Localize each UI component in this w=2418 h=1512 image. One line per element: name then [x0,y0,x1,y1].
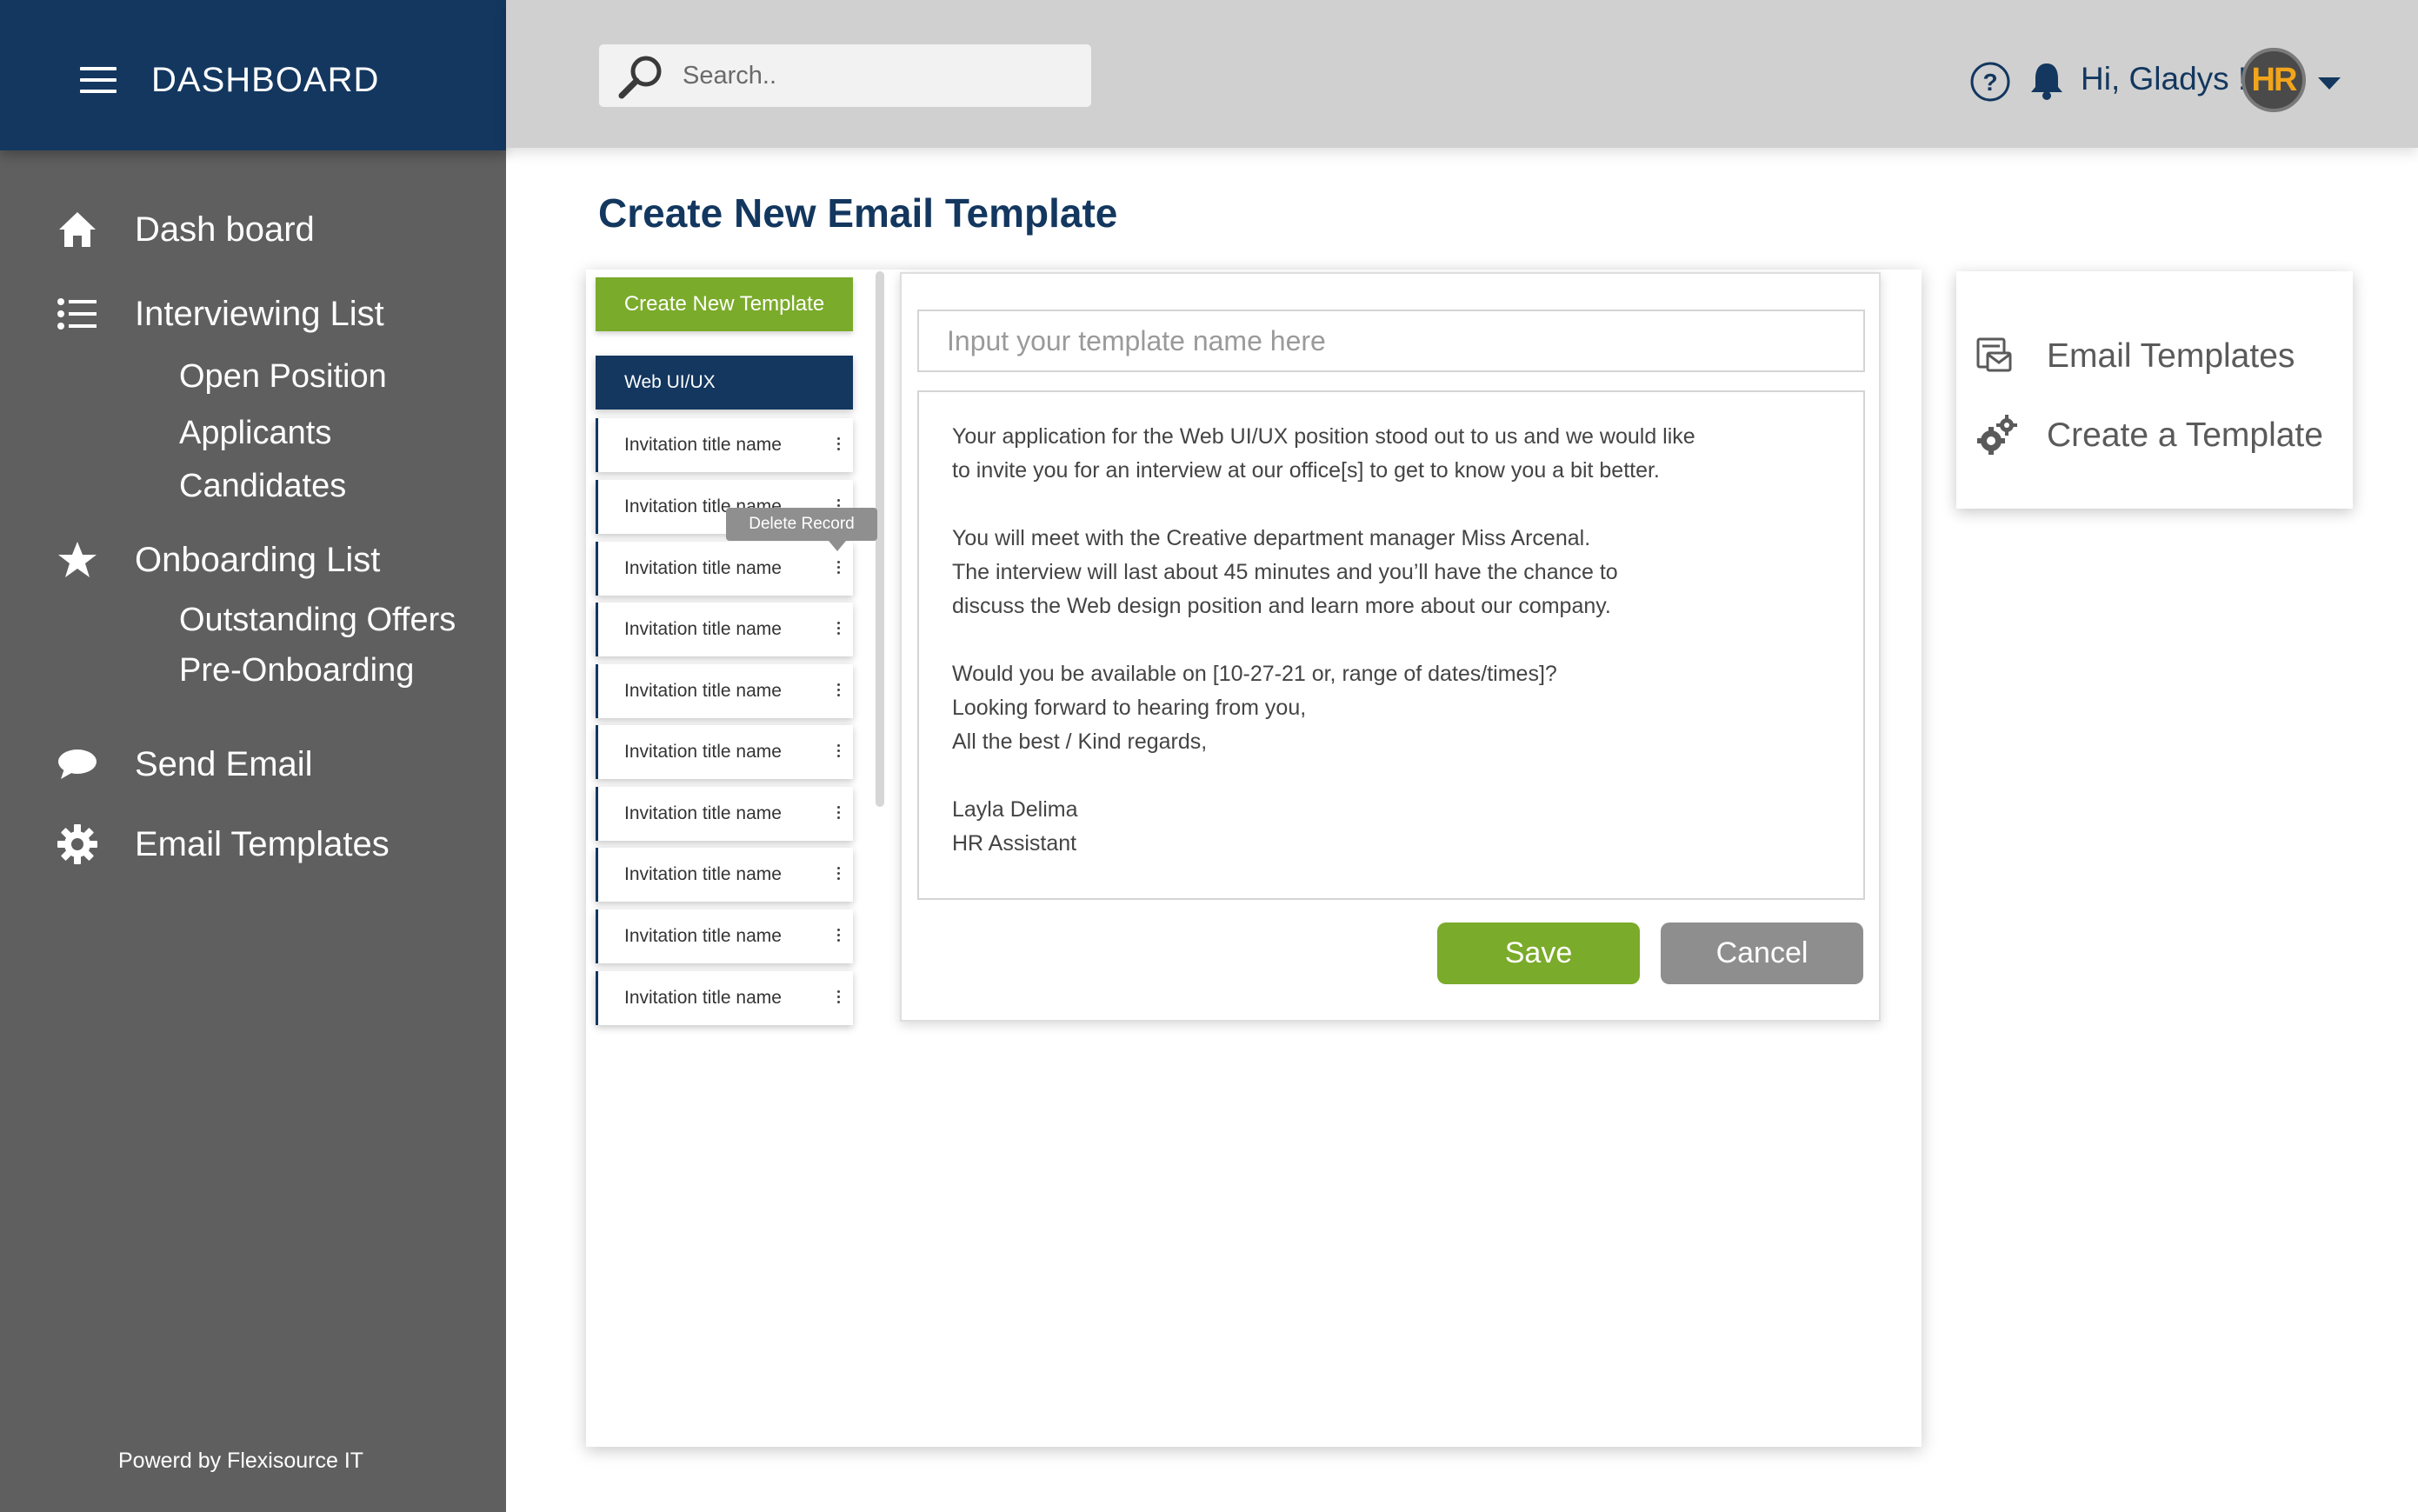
sidebar-title: DASHBOARD [151,61,380,99]
sidebar-item-label: Send Email [135,745,313,783]
hamburger-menu-icon[interactable] [80,67,117,93]
template-body-text[interactable]: Your application for the Web UI/UX posit… [952,420,1839,861]
more-options-icon[interactable] [836,681,841,702]
body-line: Your application for the Web UI/UX posit… [952,424,1695,449]
template-item[interactable]: Invitation title name [596,664,853,718]
search-input[interactable] [683,58,1065,93]
create-new-template-button[interactable]: Create New Template [596,277,853,331]
template-item-label: Invitation title name [624,681,782,701]
template-item-label: Invitation title name [624,435,782,455]
svg-text:?: ? [1982,69,1997,96]
body-line [952,488,1839,522]
template-item-label: Invitation title name [624,988,782,1008]
body-line: discuss the Web design position and lear… [952,594,1611,618]
template-item[interactable]: Invitation title name [596,787,853,841]
template-item-label: Web UI/UX [624,372,716,392]
sidebar-item-interviewing-list[interactable]: Interviewing List [56,290,384,338]
more-options-icon[interactable] [836,926,841,947]
search-box[interactable] [599,44,1091,107]
page-title: Create New Email Template [598,190,1118,236]
body-line: HR Assistant [952,831,1077,856]
chevron-down-icon[interactable] [2317,76,2341,96]
template-name-input[interactable] [917,310,1865,372]
right-quick-panel [1956,271,2353,509]
gears-icon [1975,415,2017,456]
body-line: Looking forward to hearing from you, [952,696,1307,720]
user-greeting: Hi, Gladys ! [2081,61,2248,97]
template-item-label: Invitation title name [624,864,782,884]
sidebar-subitem-open-position[interactable]: Open Position [179,355,387,398]
avatar[interactable]: HR [2241,48,2306,112]
right-panel-email-templates[interactable]: Email Templates [1975,330,2341,383]
body-line: You will meet with the Creative departme… [952,526,1591,550]
sidebar-item-dashboard[interactable]: Dash board [56,205,315,254]
help-icon[interactable]: ? [1969,61,2011,107]
more-options-icon[interactable] [836,803,841,824]
powered-by-footer: Powerd by Flexisource IT [118,1449,364,1473]
body-line: The interview will last about 45 minutes… [952,560,1618,584]
sidebar-item-send-email[interactable]: Send Email [56,740,313,789]
sidebar-header: DASHBOARD [0,0,506,150]
template-list-scrollbar[interactable] [876,271,884,807]
body-line: Would you be available on [10-27-21 or, … [952,662,1557,686]
list-icon [56,292,99,336]
more-options-icon[interactable] [836,742,841,763]
gear-icon [56,823,99,866]
sidebar-item-email-templates[interactable]: Email Templates [56,820,390,869]
template-item-label: Invitation title name [624,803,782,823]
sidebar-item-label: Dash board [135,210,315,249]
template-item-label: Invitation title name [624,926,782,946]
email-template-icon [1975,336,2017,377]
star-icon [56,538,99,582]
template-item[interactable]: Invitation title name [596,603,853,656]
more-options-icon[interactable] [836,988,841,1009]
more-options-icon[interactable] [836,619,841,640]
template-item-label: Invitation title name [624,619,782,639]
delete-record-tooltip[interactable]: Delete Record [726,508,877,551]
right-panel-label: Create a Template [2047,416,2323,454]
sidebar-item-label: Email Templates [135,825,390,863]
sidebar-subitem-candidates[interactable]: Candidates [179,464,346,508]
sidebar-subitem-applicants[interactable]: Applicants [179,411,331,455]
cancel-button[interactable]: Cancel [1661,923,1863,984]
template-item-active[interactable]: Web UI/UX [596,356,853,410]
bell-icon[interactable] [2028,61,2065,105]
avatar-logo-text: HR [2251,61,2298,98]
body-line: Layla Delima [952,797,1078,822]
sidebar: DASHBOARD Dash board Interviewing List O… [0,0,506,1512]
template-item[interactable]: Invitation title name [596,542,853,596]
save-button[interactable]: Save [1437,923,1640,984]
template-item[interactable]: Invitation title name [596,418,853,472]
more-options-icon[interactable] [836,864,841,885]
body-line: All the best / Kind regards, [952,729,1208,754]
sidebar-item-label: Interviewing List [135,295,384,333]
template-item-label: Invitation title name [624,558,782,578]
body-line [952,623,1839,657]
right-panel-label: Email Templates [2047,337,2295,375]
sidebar-subitem-pre-onboarding[interactable]: Pre-Onboarding [179,649,414,692]
template-item-label: Invitation title name [624,742,782,762]
template-item[interactable]: Invitation title name [596,909,853,963]
search-icon[interactable] [616,53,665,104]
right-panel-create-template[interactable]: Create a Template [1975,410,2341,462]
template-item[interactable]: Invitation title name [596,725,853,779]
template-item[interactable]: Invitation title name [596,971,853,1025]
more-options-icon[interactable] [836,558,841,579]
more-options-icon[interactable] [836,435,841,456]
sidebar-item-label: Onboarding List [135,541,381,579]
body-line [952,759,1839,793]
template-item[interactable]: Invitation title name [596,848,853,902]
home-icon [56,208,99,251]
sidebar-subitem-outstanding-offers[interactable]: Outstanding Offers [179,598,456,642]
sidebar-item-onboarding-list[interactable]: Onboarding List [56,536,380,584]
body-line: to invite you for an interview at our of… [952,458,1660,483]
chat-bubble-icon [56,743,99,786]
